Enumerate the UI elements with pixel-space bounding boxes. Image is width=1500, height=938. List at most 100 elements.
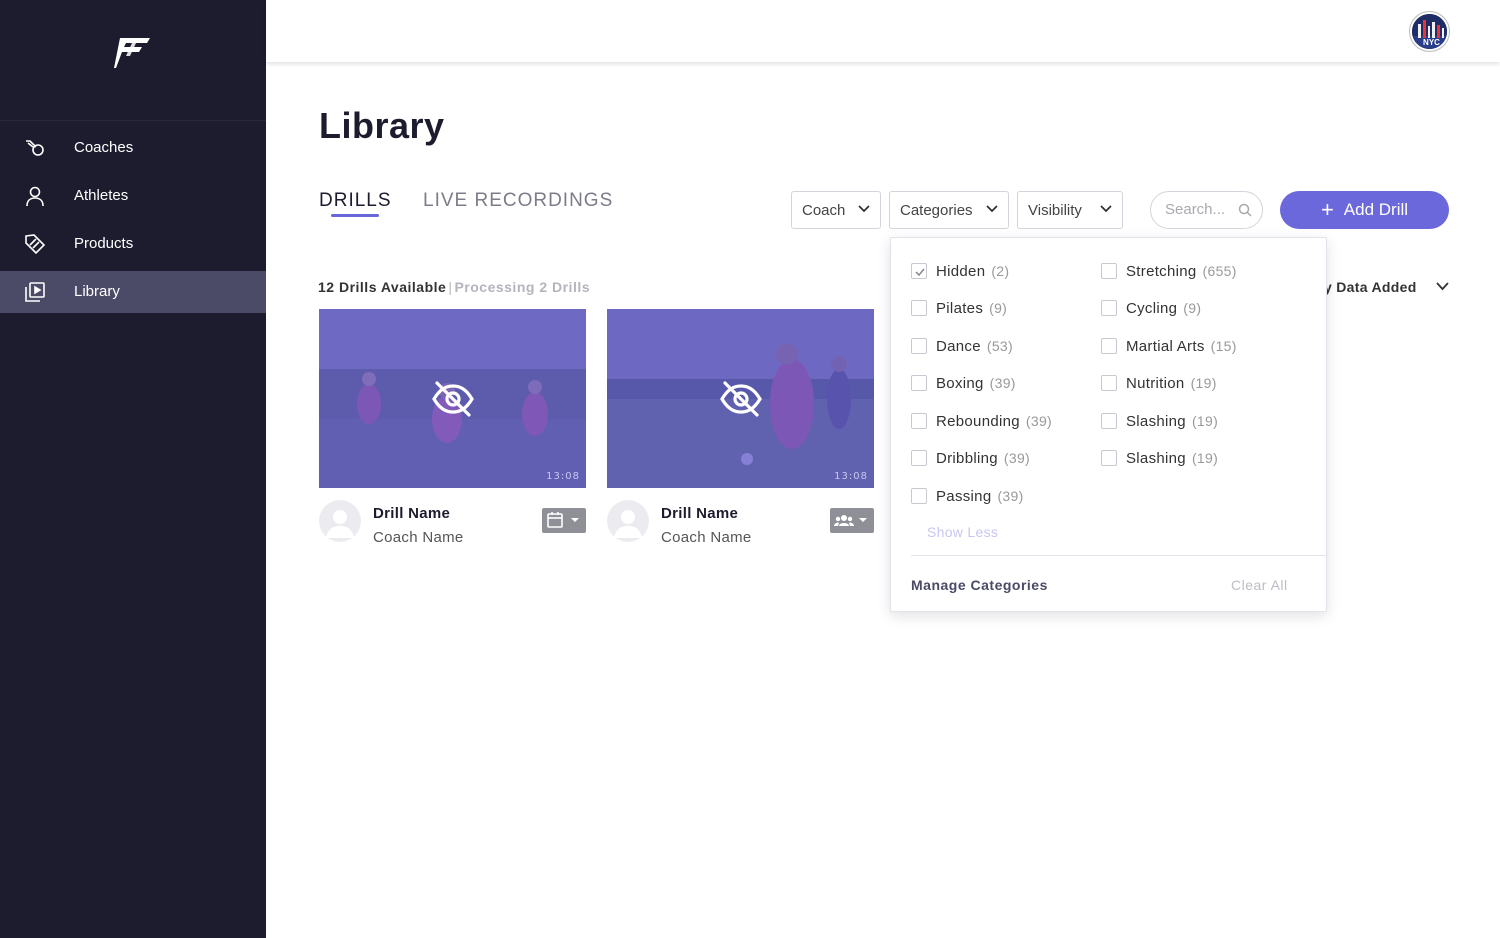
- drill-name[interactable]: Drill Name: [661, 505, 738, 522]
- eye-off-icon: [432, 381, 474, 417]
- coach-filter-dropdown[interactable]: Coach: [791, 191, 881, 229]
- category-option-dribbling[interactable]: Dribbling (39): [911, 448, 1030, 468]
- category-option-dance[interactable]: Dance (53): [911, 336, 1013, 356]
- eye-off-icon: [720, 381, 762, 417]
- drill-thumbnail[interactable]: 13:08: [607, 309, 874, 488]
- category-checkbox[interactable]: [911, 450, 927, 466]
- tab-drills[interactable]: DRILLS: [319, 190, 392, 212]
- dropdown-divider: [911, 555, 1327, 556]
- sidebar: Coaches Athletes Products Library: [0, 0, 266, 938]
- category-count: (15): [1210, 338, 1237, 354]
- drill-name[interactable]: Drill Name: [373, 505, 450, 522]
- sort-dropdown-label[interactable]: y Data Added: [1324, 279, 1417, 295]
- category-count: (53): [986, 338, 1013, 354]
- category-count: (39): [1025, 413, 1053, 429]
- category-option-martial-arts[interactable]: Martial Arts (15): [1101, 336, 1237, 356]
- category-checkbox[interactable]: [1101, 413, 1117, 429]
- category-checkbox[interactable]: [911, 338, 927, 354]
- category-checkbox[interactable]: [1101, 338, 1117, 354]
- whistle-icon: [26, 140, 44, 156]
- coach-name: Coach Name: [373, 529, 464, 546]
- calendar-icon: [547, 512, 579, 528]
- topbar: [266, 0, 1500, 62]
- checkmark-icon: [915, 268, 925, 277]
- sidebar-item-products[interactable]: Products: [0, 223, 266, 265]
- chevron-down-icon[interactable]: [1436, 282, 1449, 291]
- sidebar-item-label: Library: [74, 283, 120, 300]
- processing-count: Processing 2 Drills: [454, 279, 591, 295]
- manage-categories-link[interactable]: Manage Categories: [911, 577, 1048, 593]
- category-checkbox[interactable]: [1101, 375, 1117, 391]
- category-count: (655): [1202, 263, 1237, 279]
- schedule-visibility-chip[interactable]: [542, 508, 586, 533]
- category-label: Martial Arts: [1126, 337, 1205, 355]
- category-count: (19): [1191, 450, 1219, 466]
- category-label: Boxing: [936, 374, 984, 392]
- show-less-link[interactable]: Show Less: [927, 524, 998, 540]
- category-option-hidden[interactable]: Hidden (2): [911, 261, 1009, 281]
- category-option-rebounding[interactable]: Rebounding (39): [911, 411, 1052, 431]
- brand-logo-icon[interactable]: [112, 34, 154, 72]
- categories-filter-label: Categories: [900, 201, 973, 219]
- category-option-cycling[interactable]: Cycling (9): [1101, 298, 1201, 318]
- category-count: (2): [991, 263, 1010, 279]
- category-checkbox[interactable]: [911, 375, 927, 391]
- category-checkbox[interactable]: [1101, 300, 1117, 316]
- visibility-filter-dropdown[interactable]: Visibility: [1017, 191, 1123, 229]
- clear-all-link[interactable]: Clear All: [1231, 577, 1288, 593]
- drill-count-summary: 12 Drills Available | Processing 2 Drills: [318, 279, 590, 295]
- video-duration: 13:08: [546, 471, 580, 482]
- search-box: [1150, 191, 1263, 229]
- category-checkbox[interactable]: [911, 413, 927, 429]
- category-option-passing[interactable]: Passing (39): [911, 486, 1024, 506]
- category-label: Stretching: [1126, 262, 1197, 280]
- coach-filter-label: Coach: [802, 201, 846, 219]
- category-checkbox[interactable]: [911, 300, 927, 316]
- chevron-down-icon: [1100, 205, 1112, 213]
- category-checkbox[interactable]: [911, 488, 927, 504]
- sidebar-item-library[interactable]: Library: [0, 271, 266, 313]
- search-input[interactable]: [1165, 201, 1239, 218]
- active-tab-indicator: [331, 214, 379, 217]
- coach-avatar: [319, 500, 361, 542]
- category-label: Pilates: [936, 299, 984, 317]
- category-option-slashing[interactable]: Slashing (19): [1101, 448, 1218, 468]
- category-checkbox[interactable]: [1101, 450, 1117, 466]
- drill-thumbnail[interactable]: 13:08: [319, 309, 586, 488]
- category-label: Dance: [936, 337, 981, 355]
- category-option-boxing[interactable]: Boxing (39): [911, 373, 1016, 393]
- category-count: (19): [1191, 413, 1219, 429]
- category-checkbox[interactable]: [911, 263, 927, 279]
- sidebar-item-coaches[interactable]: Coaches: [0, 127, 266, 169]
- coach-name: Coach Name: [661, 529, 752, 546]
- category-label: Cycling: [1126, 299, 1178, 317]
- category-option-pilates[interactable]: Pilates (9): [911, 298, 1007, 318]
- plus-icon: +: [1320, 197, 1334, 222]
- add-drill-label: Add Drill: [1343, 200, 1409, 219]
- category-count: (39): [997, 488, 1024, 504]
- category-label: Slashing: [1126, 412, 1186, 430]
- categories-filter-dropdown[interactable]: Categories: [889, 191, 1009, 229]
- drills-available-count: 12 Drills Available: [318, 279, 447, 295]
- visibility-filter-label: Visibility: [1028, 201, 1082, 219]
- add-drill-button[interactable]: + Add Drill: [1280, 191, 1449, 229]
- category-label: Dribbling: [936, 449, 998, 467]
- share-visibility-chip[interactable]: [830, 508, 874, 533]
- category-label: Rebounding: [936, 412, 1020, 430]
- category-count: (39): [1003, 450, 1031, 466]
- category-label: Slashing: [1126, 449, 1186, 467]
- group-icon: [834, 515, 867, 526]
- user-avatar[interactable]: NYC: [1410, 12, 1449, 51]
- tab-live-recordings[interactable]: LIVE RECORDINGS: [423, 190, 613, 212]
- category-option-nutrition[interactable]: Nutrition (19): [1101, 373, 1217, 393]
- sidebar-divider: [0, 120, 266, 121]
- coach-avatar: [607, 500, 649, 542]
- sidebar-item-label: Coaches: [74, 139, 134, 156]
- category-checkbox[interactable]: [1101, 263, 1117, 279]
- video-duration: 13:08: [834, 471, 868, 482]
- category-option-stretching[interactable]: Stretching (655): [1101, 261, 1237, 281]
- category-option-slashing[interactable]: Slashing (19): [1101, 411, 1218, 431]
- sidebar-item-athletes[interactable]: Athletes: [0, 175, 266, 217]
- user-placeholder-icon: [326, 510, 354, 538]
- search-icon[interactable]: [1238, 203, 1252, 217]
